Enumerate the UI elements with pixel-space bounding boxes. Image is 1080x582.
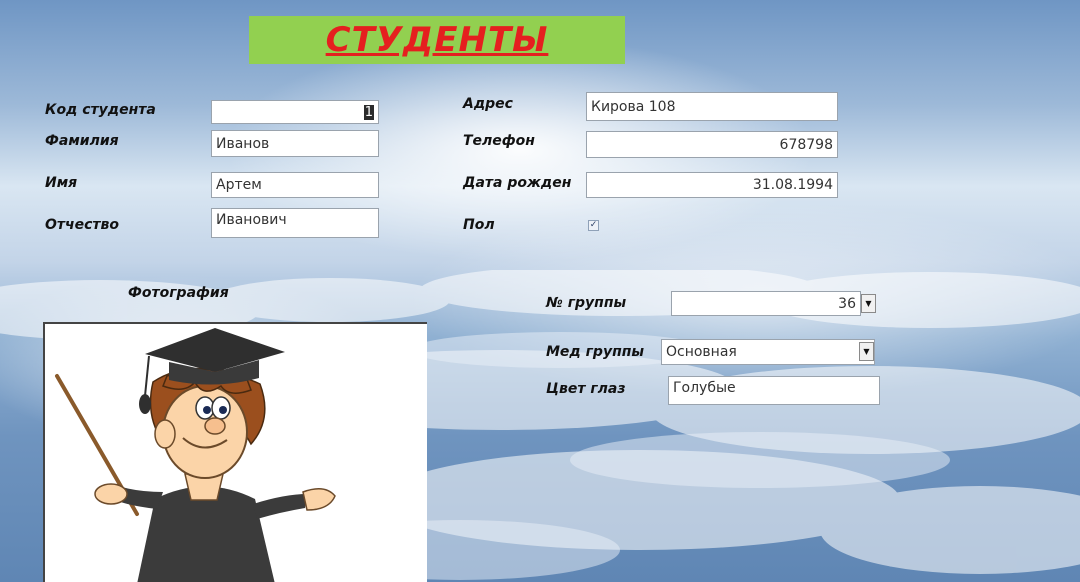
- group-no-label: № группы: [546, 295, 627, 311]
- first-name-value: Артем: [216, 177, 262, 193]
- group-no-value: 36: [838, 295, 856, 312]
- chevron-down-icon: ▼: [865, 299, 872, 308]
- eye-color-label: Цвет глаз: [546, 381, 626, 397]
- birth-date-label: Дата рожден: [463, 175, 572, 191]
- phone-value: 678798: [779, 136, 833, 153]
- eye-color-field[interactable]: Голубые: [668, 376, 880, 405]
- address-label: Адрес: [463, 96, 513, 112]
- med-group-dropdown-button[interactable]: ▼: [859, 342, 874, 361]
- med-group-value: Основная: [666, 344, 737, 360]
- group-no-combo[interactable]: 36: [671, 291, 861, 316]
- med-group-label: Мед группы: [546, 344, 645, 360]
- phone-field[interactable]: 678798: [586, 131, 838, 158]
- birth-date-value: 31.08.1994: [752, 177, 833, 193]
- student-code-value: 1: [363, 104, 374, 120]
- form-title-box: СТУДЕНТЫ: [249, 16, 625, 64]
- student-code-field[interactable]: 1: [211, 100, 379, 124]
- med-group-combo[interactable]: Основная: [661, 339, 875, 365]
- chevron-down-icon: ▼: [863, 347, 870, 356]
- last-name-value: Иванов: [216, 135, 270, 152]
- last-name-field[interactable]: Иванов: [211, 130, 379, 157]
- student-code-label: Код студента: [45, 102, 156, 118]
- first-name-label: Имя: [45, 175, 78, 191]
- address-value: Кирова 108: [591, 98, 676, 115]
- address-field[interactable]: Кирова 108: [586, 92, 838, 121]
- group-no-dropdown-button[interactable]: ▼: [861, 294, 876, 313]
- gender-label: Пол: [463, 217, 495, 233]
- phone-label: Телефон: [463, 133, 535, 149]
- birth-date-field[interactable]: 31.08.1994: [586, 172, 838, 198]
- last-name-label: Фамилия: [45, 133, 119, 149]
- photo-label: Фотография: [128, 285, 229, 301]
- gender-checkbox[interactable]: ✓: [588, 220, 599, 231]
- student-cartoon-icon: [55, 328, 336, 582]
- patronymic-label: Отчество: [45, 217, 120, 233]
- form-title: СТУДЕНТЫ: [325, 20, 549, 60]
- check-icon: ✓: [589, 220, 598, 230]
- first-name-field[interactable]: Артем: [211, 172, 379, 198]
- patronymic-value: Иванович: [216, 212, 287, 228]
- eye-color-value: Голубые: [673, 380, 736, 396]
- student-photo: [43, 322, 427, 582]
- patronymic-field[interactable]: Иванович: [211, 208, 379, 238]
